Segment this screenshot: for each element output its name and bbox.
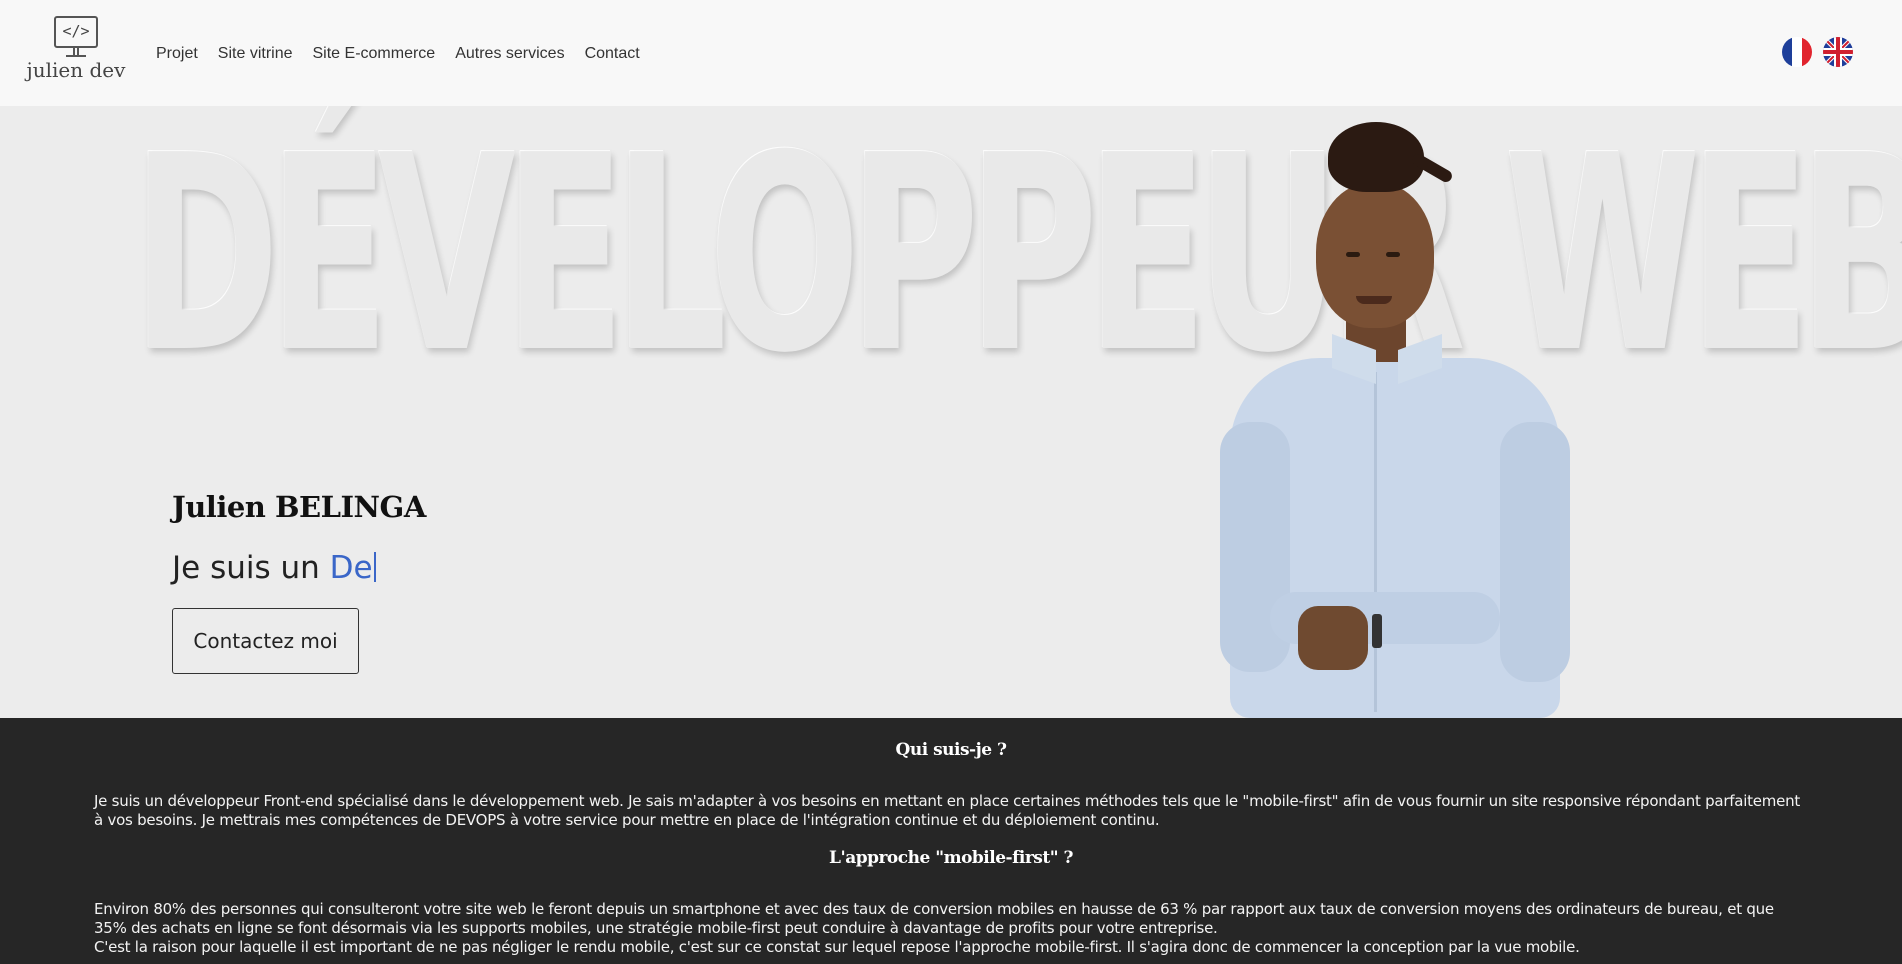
code-icon: </> <box>62 22 90 40</box>
monitor-stand <box>73 48 79 55</box>
nav-item-projet[interactable]: Projet <box>156 45 198 63</box>
about-section: Qui suis-je ? Je suis un développeur Fro… <box>0 718 1902 964</box>
monitor-base <box>66 55 86 57</box>
typed-role-text: De <box>329 550 373 586</box>
mobile-first-text-2: C'est la raison pour laquelle il est imp… <box>94 938 1580 956</box>
hero-background-word: DÉVELOPPEUR WEB <box>132 106 1902 412</box>
developer-portrait <box>1210 122 1580 718</box>
tagline-prefix: Je suis un <box>172 550 320 586</box>
logo-text: julien dev <box>26 58 126 82</box>
hero-section: DÉVELOPPEUR WEB Julien BELINGA Je suis u… <box>0 106 1902 718</box>
hero-name: Julien BELINGA <box>172 490 426 524</box>
typing-cursor <box>373 552 376 582</box>
site-header: </> julien dev Projet Site vitrine Site … <box>0 0 1902 106</box>
site-logo[interactable]: </> julien dev <box>26 16 126 88</box>
mobile-first-text-1: Environ 80% des personnes qui consultero… <box>94 900 1774 937</box>
nav-item-site-vitrine[interactable]: Site vitrine <box>218 45 293 63</box>
nav-item-contact[interactable]: Contact <box>585 45 640 63</box>
mobile-first-title: L'approche "mobile-first" ? <box>829 848 1073 868</box>
monitor-icon: </> <box>54 16 98 48</box>
nav-item-site-ecommerce[interactable]: Site E-commerce <box>313 45 436 63</box>
who-text: Je suis un développeur Front-end spécial… <box>94 792 1800 829</box>
who-title: Qui suis-je ? <box>895 740 1007 760</box>
contact-button[interactable]: Contactez moi <box>172 608 359 674</box>
watch-icon <box>1372 614 1382 648</box>
hero-tagline: Je suis un De <box>172 550 376 586</box>
uk-flag-icon[interactable] <box>1823 37 1853 67</box>
nav-item-autres-services[interactable]: Autres services <box>455 45 564 63</box>
mobile-first-text: Environ 80% des personnes qui consultero… <box>94 900 1808 957</box>
main-nav: Projet Site vitrine Site E-commerce Autr… <box>156 45 640 63</box>
french-flag-icon[interactable] <box>1782 37 1812 67</box>
